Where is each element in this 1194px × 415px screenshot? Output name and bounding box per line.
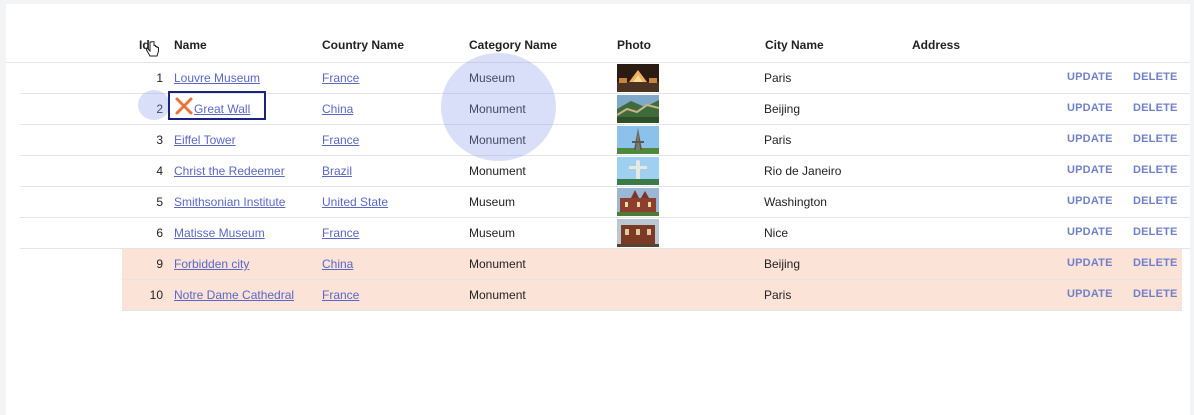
delete-button[interactable]: DELETE xyxy=(1133,257,1178,269)
delete-button[interactable]: DELETE xyxy=(1133,164,1178,176)
cell-id: 10 xyxy=(149,288,163,302)
update-button[interactable]: UPDATE xyxy=(1067,102,1113,114)
cell-name-link[interactable]: Christ the Redeemer xyxy=(174,164,285,178)
photo-eiffel-tower xyxy=(617,126,659,154)
delete-button[interactable]: DELETE xyxy=(1133,288,1178,300)
cell-city: Washington xyxy=(764,195,827,209)
cell-category: Monument xyxy=(469,164,526,178)
update-button[interactable]: UPDATE xyxy=(1067,226,1113,238)
header-country[interactable]: Country Name xyxy=(322,38,404,52)
delete-button[interactable]: DELETE xyxy=(1133,226,1178,238)
update-button[interactable]: UPDATE xyxy=(1067,133,1113,145)
table-row: 3 Eiffel Tower France Monument Paris UPD… xyxy=(20,125,1190,156)
cell-id: 9 xyxy=(156,257,163,271)
cell-id: 1 xyxy=(156,71,163,85)
cell-id: 5 xyxy=(156,195,163,209)
cell-name-link[interactable]: Louvre Museum xyxy=(174,71,260,85)
cell-country-link[interactable]: France xyxy=(322,226,359,240)
table-row: 6 Matisse Museum France Museum Nice UPDA… xyxy=(20,218,1190,249)
header-name[interactable]: Name xyxy=(174,38,207,52)
cell-country-link[interactable]: Brazil xyxy=(322,164,352,178)
cell-category: Monument xyxy=(469,257,526,271)
cell-id: 4 xyxy=(156,164,163,178)
photo-christ-the-redeemer xyxy=(617,157,659,185)
cell-city: Paris xyxy=(764,133,792,147)
photo-matisse-museum xyxy=(617,219,659,247)
cell-country-link[interactable]: China xyxy=(322,102,353,116)
cell-name-link[interactable]: Matisse Museum xyxy=(174,226,265,240)
cell-city: Beijing xyxy=(764,257,801,271)
cell-id: 3 xyxy=(156,133,163,147)
cell-city: Nice xyxy=(764,226,789,240)
update-button[interactable]: UPDATE xyxy=(1067,164,1113,176)
cell-country-link[interactable]: China xyxy=(322,257,353,271)
cell-name-link[interactable]: Smithsonian Institute xyxy=(174,195,285,209)
table-row: 1 Louvre Museum France Museum Paris UPDA… xyxy=(20,63,1190,94)
cell-city: Rio de Janeiro xyxy=(764,164,842,178)
table-row-new: 10 Notre Dame Cathedral France Monument … xyxy=(122,280,1182,311)
header-city[interactable]: City Name xyxy=(765,38,824,52)
cell-id: 6 xyxy=(156,226,163,240)
cell-category: Museum xyxy=(469,226,516,240)
cell-country-link[interactable]: France xyxy=(322,133,359,147)
delete-button[interactable]: DELETE xyxy=(1133,195,1178,207)
photo-great-wall xyxy=(617,95,659,123)
photo-smithsonian xyxy=(617,188,659,216)
delete-button[interactable]: DELETE xyxy=(1133,133,1178,145)
cell-category: Monument xyxy=(469,288,526,302)
cell-name-link[interactable]: Notre Dame Cathedral xyxy=(174,288,294,302)
cell-category: Museum xyxy=(469,195,516,209)
update-button[interactable]: UPDATE xyxy=(1067,288,1113,300)
cell-name-link[interactable]: Forbidden city xyxy=(174,257,249,271)
delete-button[interactable]: DELETE xyxy=(1133,102,1178,114)
header-address[interactable]: Address xyxy=(912,38,960,52)
cell-city: Paris xyxy=(764,71,792,85)
delete-button[interactable]: DELETE xyxy=(1133,71,1178,83)
cell-country-link[interactable]: France xyxy=(322,71,359,85)
table-header: Id Name Country Name Category Name Photo… xyxy=(6,30,1190,63)
update-button[interactable]: UPDATE xyxy=(1067,257,1113,269)
table-row: 5 Smithsonian Institute United State Mus… xyxy=(20,187,1190,218)
hand-cursor-icon xyxy=(146,41,159,57)
drag-cross-icon xyxy=(175,97,193,115)
header-category[interactable]: Category Name xyxy=(469,38,557,52)
update-button[interactable]: UPDATE xyxy=(1067,71,1113,83)
photo-louvre xyxy=(617,64,659,92)
click-ripple xyxy=(441,53,556,161)
header-photo[interactable]: Photo xyxy=(617,38,651,52)
table-row: 4 Christ the Redeemer Brazil Monument Ri… xyxy=(20,156,1190,187)
table-panel: Id Name Country Name Category Name Photo… xyxy=(6,4,1190,415)
cell-country-link[interactable]: France xyxy=(322,288,359,302)
cell-country-link[interactable]: United State xyxy=(322,195,388,209)
cell-city: Beijing xyxy=(764,102,801,116)
cell-city: Paris xyxy=(764,288,792,302)
click-ripple-small xyxy=(138,90,170,120)
table-row-new: 9 Forbidden city China Monument Beijing … xyxy=(122,249,1182,280)
cell-name-link[interactable]: Eiffel Tower xyxy=(174,133,236,147)
update-button[interactable]: UPDATE xyxy=(1067,195,1113,207)
